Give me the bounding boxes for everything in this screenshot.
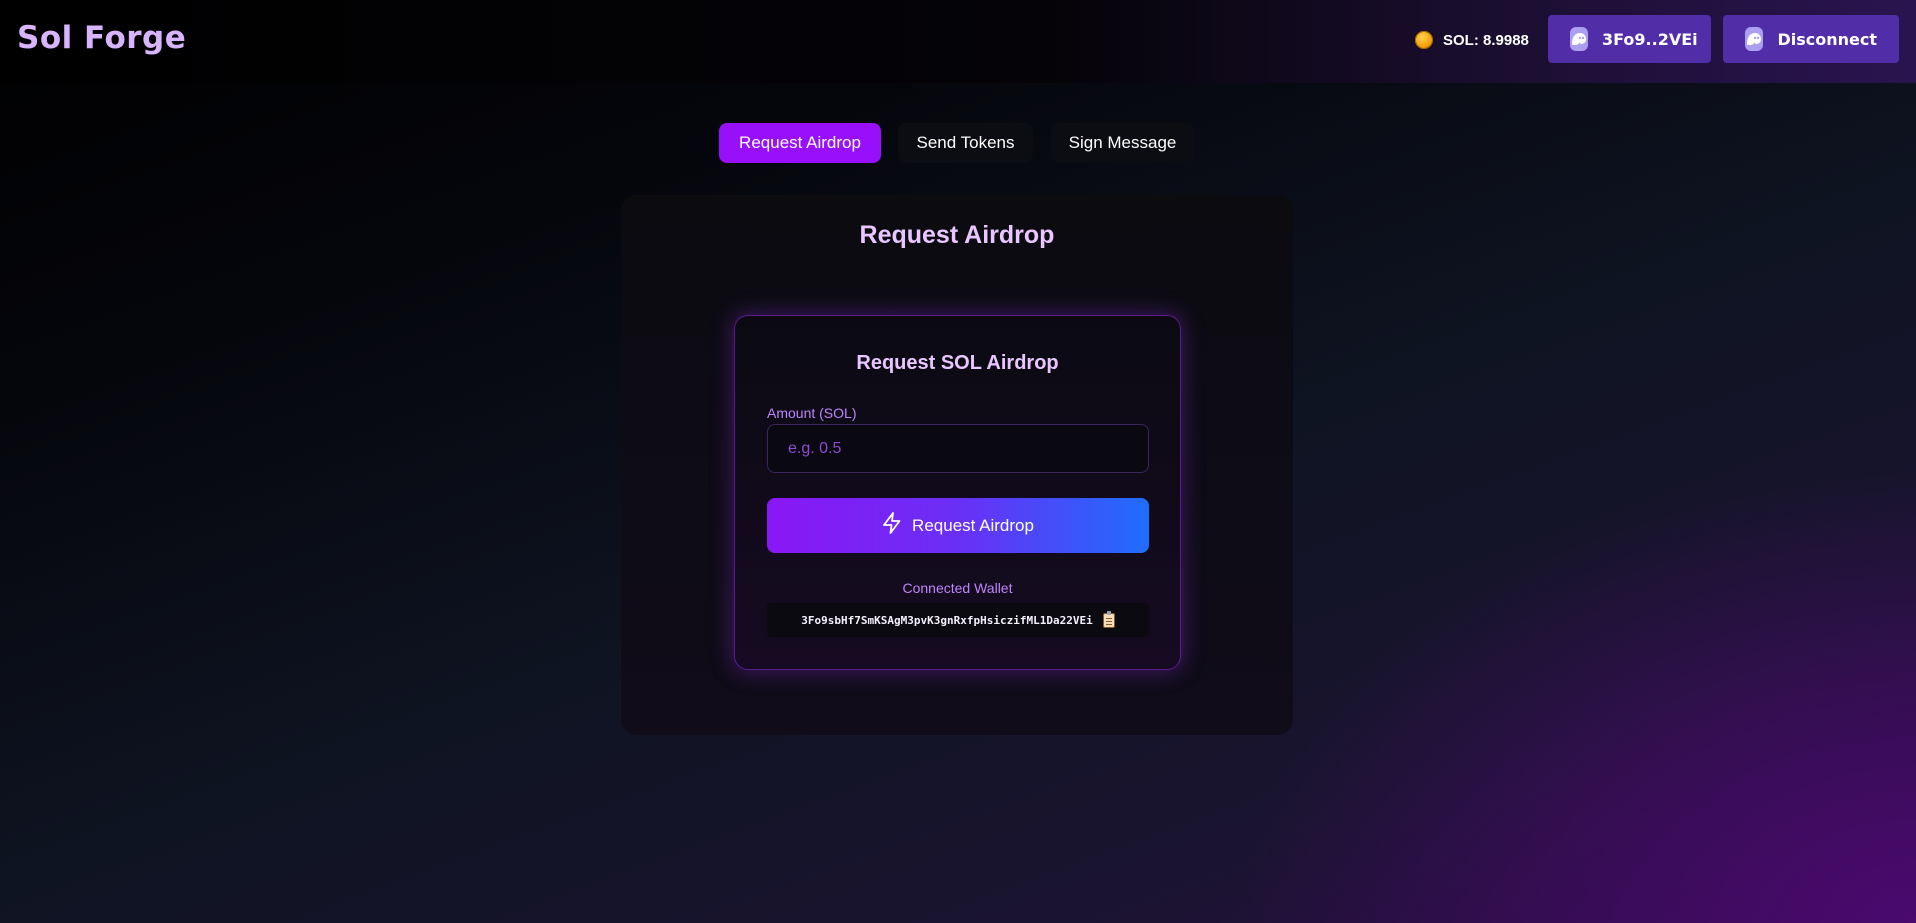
- tab-sign-message[interactable]: Sign Message: [1051, 123, 1194, 163]
- sol-balance-text: SOL: 8.9988: [1443, 31, 1529, 49]
- request-airdrop-button[interactable]: Request Airdrop: [767, 498, 1149, 553]
- sol-coin-icon: [1415, 31, 1433, 49]
- header-bar: Sol Forge SOL: 8.9988 3Fo9..2VEi Disconn…: [0, 0, 1916, 83]
- page-title: Request Airdrop: [859, 221, 1055, 249]
- wallet-address-display: 3Fo9sbHf7SmKSAgM3pvK3gnRxfpHsiczifML1Da2…: [767, 603, 1149, 637]
- disconnect-button[interactable]: Disconnect: [1723, 15, 1899, 63]
- wallet-address-button[interactable]: 3Fo9..2VEi: [1548, 15, 1711, 63]
- amount-label: Amount (SOL): [767, 405, 857, 421]
- request-airdrop-label: Request Airdrop: [912, 515, 1034, 535]
- phantom-icon: [1570, 27, 1588, 51]
- disconnect-label: Disconnect: [1777, 29, 1877, 49]
- connected-wallet-label: Connected Wallet: [902, 580, 1013, 596]
- amount-input[interactable]: [767, 424, 1149, 473]
- clipboard-icon[interactable]: [1102, 610, 1115, 628]
- tab-send-tokens[interactable]: Send Tokens: [898, 123, 1033, 163]
- wallet-address-text: 3Fo9sbHf7SmKSAgM3pvK3gnRxfpHsiczifML1Da2…: [801, 613, 1093, 627]
- sol-balance: SOL: 8.9988: [1415, 29, 1529, 51]
- panel-title: Request SOL Airdrop: [856, 352, 1059, 374]
- app-logo[interactable]: Sol Forge: [17, 20, 186, 56]
- lightning-icon: [882, 512, 902, 539]
- airdrop-panel: Request SOL Airdrop Amount (SOL) Request…: [734, 315, 1181, 670]
- wallet-address-label: 3Fo9..2VEi: [1602, 29, 1698, 49]
- tab-request-airdrop[interactable]: Request Airdrop: [719, 123, 881, 163]
- tab-bar: Request Airdrop Send Tokens Sign Message: [0, 123, 1916, 163]
- phantom-icon: [1745, 27, 1764, 51]
